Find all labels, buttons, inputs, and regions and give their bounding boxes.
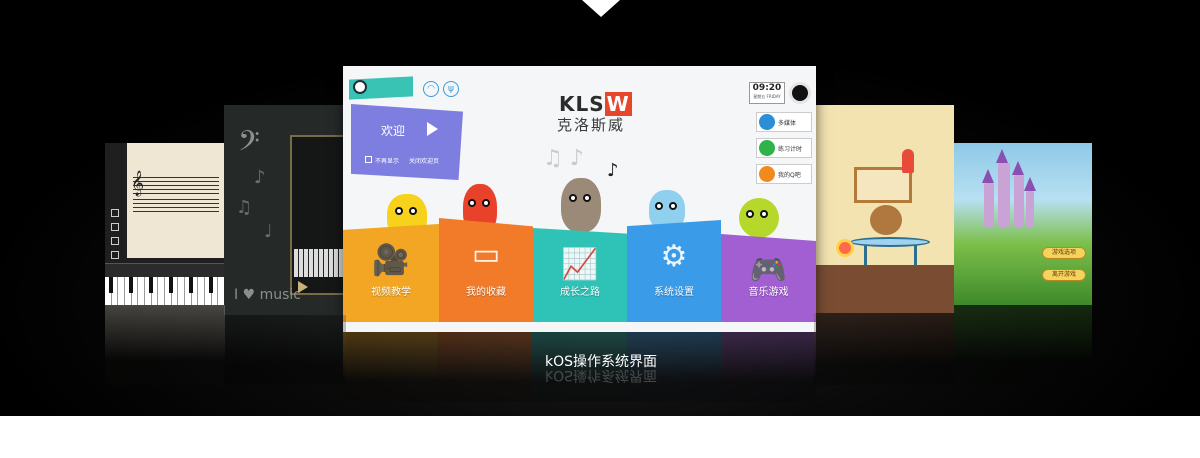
timer-icon — [759, 140, 775, 156]
note-icon: ♪ — [607, 160, 619, 181]
tile-system-settings[interactable]: ⚙ 系统设置 — [627, 220, 721, 322]
floor — [814, 265, 954, 313]
flower-character[interactable] — [836, 239, 854, 257]
playback-bar[interactable] — [105, 263, 225, 277]
play-icon[interactable] — [298, 281, 308, 293]
round-table — [850, 237, 930, 247]
piano-keys[interactable] — [105, 277, 225, 305]
tile-label: 视频教学 — [371, 287, 411, 298]
castle-illustration — [982, 149, 1036, 227]
brown-character[interactable] — [561, 178, 601, 232]
tile-my-favorites[interactable]: ▭ 我的收藏 — [439, 218, 533, 322]
play-icon[interactable] — [427, 122, 438, 136]
gear-icon: ⚙ — [660, 239, 688, 274]
green-character[interactable] — [739, 198, 779, 238]
avatar-icon[interactable] — [353, 80, 367, 94]
welcome-title: 欢迎 — [381, 124, 406, 138]
note-icon: ♪ — [254, 167, 266, 188]
welcome-panel[interactable]: 欢迎 不再显示 关闭欢迎页 — [351, 104, 463, 180]
kos-home-screen[interactable]: ◠ ψ 欢迎 不再显示 关闭欢迎页 KLS W 克洛斯威 09:20 星期五 FR… — [343, 66, 816, 332]
treble-clef-icon: 𝄞 — [131, 171, 145, 196]
score-screen[interactable]: 𝄞 — [105, 143, 225, 305]
tile-growth-path[interactable]: 📈 成长之路 — [533, 228, 627, 322]
usb-icon[interactable]: ψ — [443, 81, 459, 97]
piano-screen-reflection — [224, 315, 346, 385]
tile-label: 成长之路 — [560, 287, 600, 298]
leave-game-button[interactable]: 离开游戏 — [1042, 269, 1086, 281]
score-paper: 𝄞 — [127, 143, 225, 258]
tile-label: 系统设置 — [654, 287, 694, 298]
music-notes-decoration: ♫ ♪ — [543, 146, 584, 171]
dont-show-label: 不再显示 — [375, 158, 400, 165]
app-multimedia[interactable]: 多媒体 — [756, 112, 812, 132]
close-welcome-link[interactable]: 关闭欢迎页 — [409, 156, 439, 165]
tile-music-games[interactable]: 🎮 音乐游戏 — [721, 234, 816, 322]
gamepad-icon: 🎮 — [749, 253, 788, 288]
tile-video-lessons[interactable]: 🎥 视频教学 — [343, 224, 439, 322]
note-icon: ♩ — [264, 221, 273, 242]
caption-reflection: kOS操作系统界面 — [544, 367, 657, 383]
showcase-stage: 𝄞 𝄢 ♪ ♫ ♩ I ♥ music 游戏选项 离开游戏 ◠ ψ 欢迎 不再显… — [0, 0, 1200, 416]
app-label: 练习计时 — [778, 145, 803, 153]
kids-room-reflection — [814, 313, 954, 385]
wifi-icon[interactable]: ◠ — [423, 81, 439, 97]
brand-name: 克洛斯威 — [557, 116, 626, 134]
i-love-music-label: I ♥ music — [234, 287, 301, 303]
rocket-toy — [902, 149, 914, 173]
kids-room-screen[interactable] — [814, 105, 954, 313]
castle-reflection — [954, 305, 1092, 385]
clock-widget: 09:20 星期五 FRIDAY — [749, 82, 785, 104]
pointer-notch — [582, 0, 620, 17]
clock-date: 星期五 FRIDAY — [753, 94, 781, 99]
tile-label: 我的收藏 — [466, 287, 506, 298]
clock-time: 09:20 — [752, 83, 782, 93]
piano-screen[interactable]: 𝄢 ♪ ♫ ♩ I ♥ music — [224, 105, 346, 315]
e-icon — [759, 166, 775, 182]
play-icon — [759, 114, 775, 130]
app-label: 多媒体 — [778, 119, 797, 127]
chart-line-icon: 📈 — [561, 247, 599, 282]
score-toolbar[interactable] — [111, 209, 123, 265]
dont-show-checkbox[interactable] — [365, 156, 372, 163]
game-options-button[interactable]: 游戏选项 — [1042, 247, 1086, 259]
note-icon: ♫ — [236, 197, 253, 218]
klsw-logo: KLS W — [559, 92, 632, 116]
bass-clef-icon: 𝄢 — [238, 125, 260, 165]
video-camera-icon: 🎥 — [372, 243, 410, 278]
app-practice-timer[interactable]: 练习计时 — [756, 138, 812, 158]
app-label: 我的Q吧 — [778, 171, 801, 179]
camera-icon[interactable] — [789, 82, 811, 104]
piano-frame — [290, 135, 346, 295]
teddy-bear[interactable] — [870, 205, 902, 235]
app-my-q-bar[interactable]: 我的Q吧 — [756, 164, 812, 184]
tray-icon: ▭ — [471, 237, 501, 272]
score-screen-reflection — [105, 305, 225, 385]
castle-game-screen[interactable]: 游戏选项 离开游戏 — [954, 143, 1092, 305]
